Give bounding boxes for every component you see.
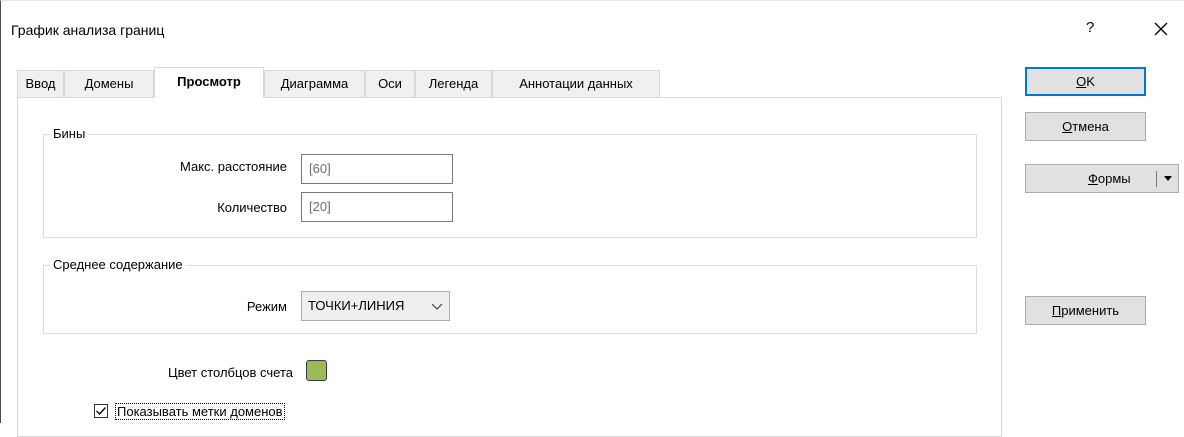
bins-group: Бины Макс. расстояние [60] Количество [2… [43, 126, 977, 238]
count-label: Количество [217, 200, 287, 215]
ok-button[interactable]: OK [1025, 67, 1146, 96]
tab-chart[interactable]: Диаграмма [264, 70, 365, 97]
dropdown-arrow-icon[interactable] [1164, 176, 1172, 181]
tab-domains[interactable]: Домены [64, 70, 154, 97]
tab-panel-view: Бины Макс. расстояние [60] Количество [2… [17, 97, 1002, 437]
forms-button-label: Формы [1088, 165, 1131, 192]
cancel-label-rest: тмена [1072, 119, 1109, 134]
count-bar-color-swatch[interactable] [306, 360, 327, 381]
apply-label-rest: рименить [1061, 303, 1120, 318]
forms-split-divider [1156, 171, 1157, 187]
count-bar-color-label: Цвет столбцов счета [167, 365, 293, 380]
help-button[interactable]: ? [1086, 19, 1094, 36]
tab-legend[interactable]: Легенда [415, 70, 492, 97]
show-domain-labels-checkbox[interactable] [94, 404, 108, 418]
tab-data-annotations[interactable]: Аннотации данных [492, 70, 660, 97]
forms-hotkey: Ф [1088, 171, 1098, 186]
chevron-down-icon [431, 303, 443, 310]
count-input[interactable]: [20] [301, 192, 453, 222]
apply-hotkey: П [1051, 303, 1062, 318]
mode-select-value: ТОЧКИ+ЛИНИЯ [308, 298, 405, 313]
tab-view[interactable]: Просмотр [154, 67, 264, 98]
mean-grade-group: Среднее содержание Режим ТОЧКИ+ЛИНИЯ [43, 257, 977, 334]
ok-label-rest: K [1086, 74, 1095, 89]
cancel-button[interactable]: Отмена [1025, 112, 1146, 141]
mode-label: Режим [246, 299, 287, 314]
max-distance-input[interactable]: [60] [301, 154, 453, 184]
close-button[interactable] [1149, 17, 1173, 41]
show-domain-labels-label[interactable]: Показывать метки доменов [115, 403, 285, 420]
forms-split-button[interactable]: Формы [1025, 164, 1179, 193]
apply-button[interactable]: Применить [1025, 296, 1146, 325]
window-title: График анализа границ [11, 22, 165, 38]
tab-axes[interactable]: Оси [365, 70, 415, 97]
mode-select[interactable]: ТОЧКИ+ЛИНИЯ [301, 291, 450, 321]
mean-grade-group-label: Среднее содержание [50, 257, 186, 272]
bins-group-label: Бины [50, 126, 89, 141]
cancel-hotkey: О [1062, 119, 1073, 134]
forms-label-rest: ормы [1097, 171, 1131, 186]
dialog-window: График анализа границ ? Ввод Домены Прос… [0, 0, 1184, 437]
tab-input[interactable]: Ввод [17, 70, 64, 97]
max-distance-label: Макс. расстояние [180, 159, 287, 174]
ok-hotkey: O [1076, 74, 1087, 89]
close-icon [1154, 22, 1168, 36]
checkmark-icon [96, 407, 106, 415]
